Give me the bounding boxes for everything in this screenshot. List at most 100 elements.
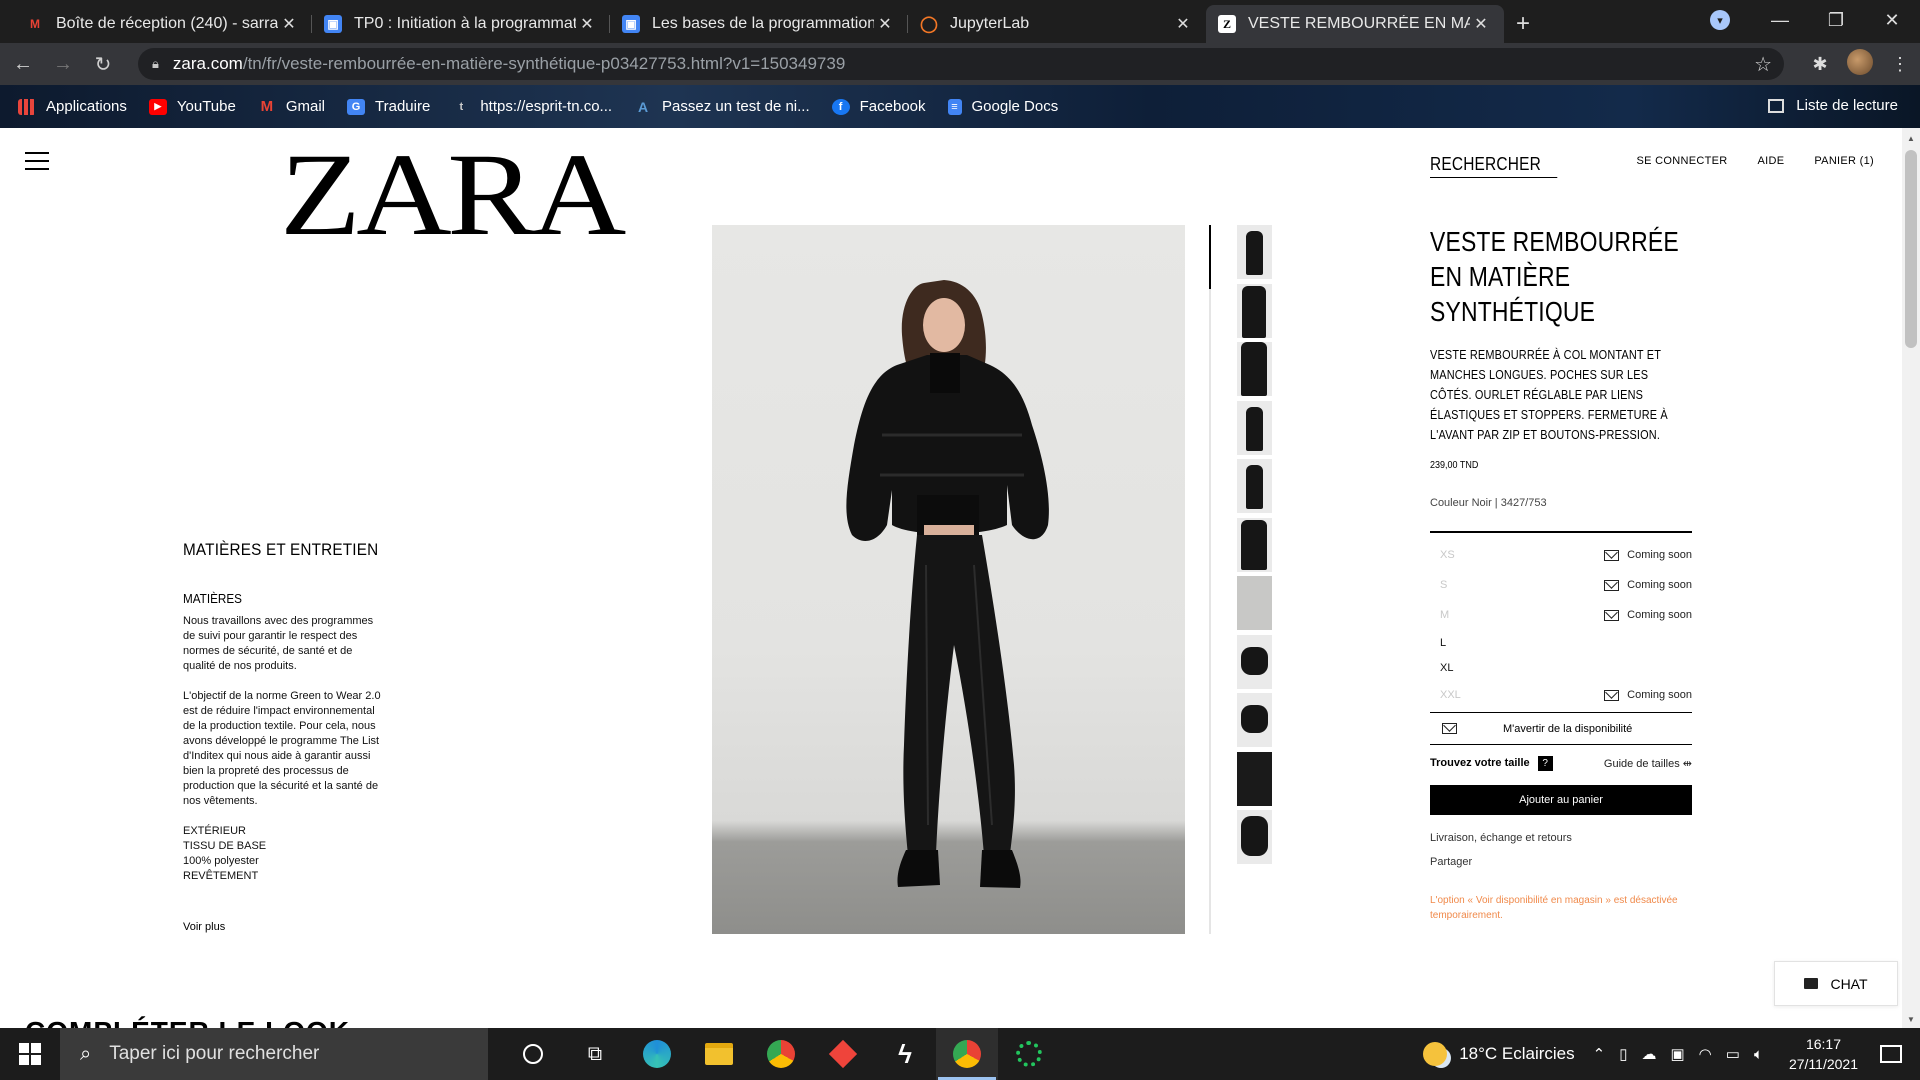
clock[interactable]: 16:17 27/11/2021 — [1789, 1034, 1858, 1074]
classroom-icon: ▣ — [324, 15, 342, 33]
tab-tp0[interactable]: ▣ TP0 : Initiation à la programmatio ✕ — [312, 5, 610, 43]
notify-availability-button[interactable]: M'avertir de la disponibilité — [1430, 712, 1692, 745]
bookmark-label: Facebook — [859, 98, 926, 115]
lock-icon[interactable]: 🔒︎ — [152, 56, 159, 72]
reload-icon[interactable]: ↻ — [86, 52, 120, 77]
extensions-icon[interactable]: ✱ — [1800, 54, 1840, 75]
back-icon[interactable]: ← — [6, 53, 40, 76]
mendeley-icon[interactable]: ϟ — [874, 1028, 936, 1080]
close-tab-icon[interactable]: ✕ — [1172, 14, 1194, 34]
thumbnail-image[interactable] — [1237, 400, 1272, 455]
menu-hamburger-icon[interactable] — [25, 152, 49, 176]
tab-gmail[interactable]: M Boîte de réception (240) - sarra.g ✕ — [14, 5, 312, 43]
thumbnail-image[interactable] — [1237, 810, 1272, 864]
bookmark-google-docs[interactable]: ≡ Google Docs — [947, 98, 1059, 115]
size-option-xs[interactable]: XS Coming soon — [1430, 540, 1692, 570]
volume-icon[interactable]: 🔈︎ — [1754, 1046, 1763, 1063]
bookmark-gmail[interactable]: M Gmail — [258, 98, 325, 115]
bookmark-youtube[interactable]: ▶ YouTube — [148, 98, 236, 115]
notifications-icon[interactable] — [1880, 1045, 1902, 1063]
scrollbar-thumb[interactable] — [1905, 150, 1917, 348]
network-status-icon[interactable]: ▣ — [1670, 1045, 1684, 1063]
materials-text: Nous travaillons avec des programmes de … — [183, 614, 383, 884]
bookmark-traduire[interactable]: G Traduire — [347, 98, 430, 115]
anydesk-icon[interactable] — [812, 1028, 874, 1080]
device-icon[interactable]: ▯ — [1619, 1045, 1627, 1063]
bookmark-test[interactable]: A Passez un test de ni... — [634, 98, 810, 115]
thumbnail-image[interactable] — [1237, 517, 1272, 572]
start-button[interactable] — [0, 1028, 60, 1080]
cortana-icon[interactable] — [502, 1028, 564, 1080]
product-price: 239,00 TND — [1430, 460, 1479, 471]
tab-bases[interactable]: ▣ Les bases de la programmation ✕ — [610, 5, 908, 43]
chevron-up-icon[interactable]: ⌃ — [1593, 1045, 1606, 1063]
green-ring-icon[interactable] — [998, 1028, 1060, 1080]
taskbar-search[interactable]: ⌕ Taper ici pour rechercher — [60, 1028, 488, 1080]
battery-icon[interactable]: ▭ — [1726, 1045, 1740, 1063]
page-scrollbar[interactable]: ▲ ▼ — [1902, 128, 1920, 1028]
add-to-cart-button[interactable]: Ajouter au panier — [1430, 785, 1692, 815]
size-option-l[interactable]: L — [1430, 630, 1692, 655]
file-explorer-icon[interactable] — [688, 1028, 750, 1080]
close-tab-icon[interactable]: ✕ — [1470, 14, 1492, 34]
login-link[interactable]: SE CONNECTER — [1636, 155, 1727, 167]
thumbnail-image[interactable] — [1237, 459, 1272, 513]
size-option-m[interactable]: M Coming soon — [1430, 600, 1692, 630]
chrome-icon[interactable] — [750, 1028, 812, 1080]
reading-list-button[interactable]: Liste de lecture — [1768, 97, 1898, 114]
bookmark-facebook[interactable]: f Facebook — [831, 98, 926, 115]
thumbnail-image[interactable] — [1237, 576, 1272, 630]
bookmark-label: Google Docs — [971, 98, 1059, 115]
forward-icon[interactable]: → — [46, 53, 80, 76]
tab-title: Les bases de la programmation — [652, 15, 874, 32]
thumbnail-image[interactable] — [1237, 225, 1272, 279]
materials-subtitle: MATIÈRES — [183, 591, 242, 606]
search-link[interactable]: RECHERCHER — [1430, 154, 1558, 178]
help-link[interactable]: AIDE — [1757, 155, 1784, 167]
thumbnail-image[interactable] — [1237, 634, 1272, 689]
close-tab-icon[interactable]: ✕ — [278, 14, 300, 34]
bookmark-esprit[interactable]: t https://esprit-tn.co... — [452, 98, 612, 115]
scroll-down-icon[interactable]: ▼ — [1907, 1015, 1915, 1024]
cart-link[interactable]: PANIER (1) — [1814, 155, 1874, 167]
menu-icon[interactable]: ⋮ — [1880, 54, 1920, 75]
close-tab-icon[interactable]: ✕ — [576, 14, 598, 34]
new-tab-button[interactable]: + — [1504, 5, 1542, 43]
weather-widget[interactable]: 18°C Eclaircies — [1423, 1042, 1575, 1066]
see-more-link[interactable]: Voir plus — [183, 921, 225, 933]
thumbnail-image[interactable] — [1237, 342, 1272, 396]
bookmark-star-icon[interactable]: ☆ — [1754, 52, 1772, 77]
shipping-link[interactable]: Livraison, échange et retours — [1430, 832, 1692, 844]
chrome-active-icon[interactable] — [936, 1028, 998, 1080]
restore-icon[interactable]: ❐ — [1808, 10, 1864, 31]
zara-icon: Z — [1218, 15, 1236, 33]
size-option-xxl[interactable]: XXL Coming soon — [1430, 680, 1692, 710]
tab-zara[interactable]: Z VESTE REMBOURRÉE EN MATIÈR ✕ — [1206, 5, 1504, 43]
find-size-link[interactable]: Trouvez votre taille? — [1430, 755, 1553, 771]
edge-icon[interactable] — [626, 1028, 688, 1080]
onedrive-icon[interactable]: ☁ — [1641, 1045, 1656, 1063]
thumbnail-image[interactable] — [1237, 283, 1272, 338]
wifi-icon[interactable]: ◠ — [1699, 1045, 1712, 1063]
chat-button[interactable]: CHAT — [1774, 961, 1898, 1006]
size-guide-link[interactable]: Guide de tailles ⇹ — [1604, 757, 1692, 770]
address-bar[interactable]: 🔒︎ zara.com/tn/fr/veste-rembourrée-en-ma… — [138, 48, 1784, 80]
close-tab-icon[interactable]: ✕ — [874, 14, 896, 34]
share-link[interactable]: Partager — [1430, 856, 1692, 868]
chat-bubble-icon — [1804, 978, 1819, 989]
task-view-icon[interactable]: ⧉ — [564, 1028, 626, 1080]
size-option-s[interactable]: S Coming soon — [1430, 570, 1692, 600]
tab-jupyter[interactable]: ◯ JupyterLab ✕ — [908, 5, 1206, 43]
size-option-xl[interactable]: XL — [1430, 655, 1692, 680]
profile-avatar[interactable] — [1840, 48, 1880, 80]
profile-download-icon[interactable]: ▾ — [1710, 10, 1730, 30]
scroll-up-icon[interactable]: ▲ — [1907, 134, 1915, 143]
close-window-icon[interactable]: ✕ — [1864, 10, 1920, 31]
zara-logo[interactable]: ZARA — [280, 136, 626, 254]
minimize-icon[interactable]: — — [1752, 10, 1808, 31]
bookmark-applications[interactable]: Applications — [18, 98, 127, 115]
product-main-image[interactable] — [712, 225, 1185, 934]
thumbnail-image[interactable] — [1237, 751, 1272, 806]
mail-icon — [1604, 609, 1620, 621]
thumbnail-image[interactable] — [1237, 693, 1272, 747]
